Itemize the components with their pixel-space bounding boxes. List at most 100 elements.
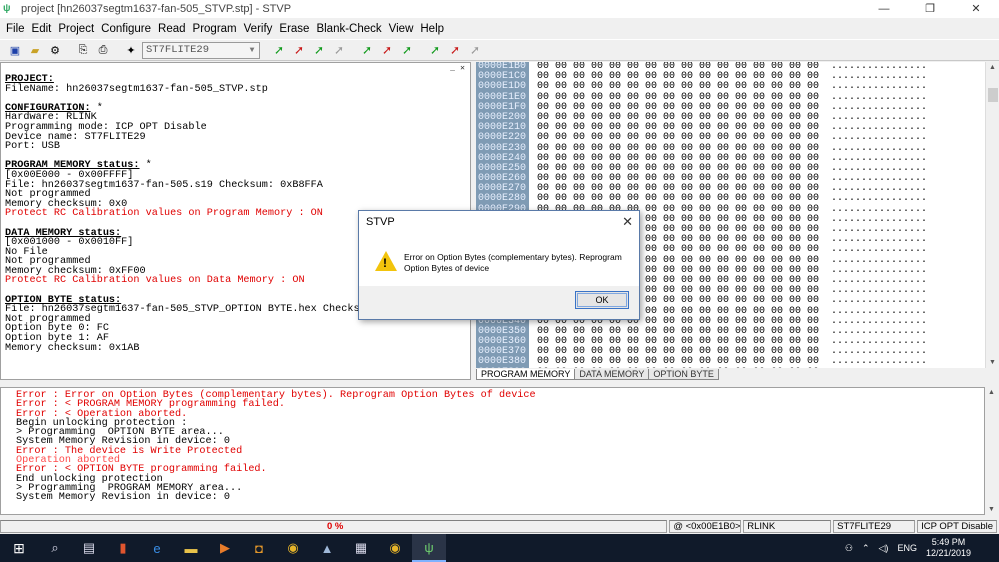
status-progress: 0 %: [0, 520, 668, 533]
tab-option-byte[interactable]: OPTION BYTE: [648, 369, 719, 380]
language-indicator[interactable]: ENG: [897, 543, 917, 553]
device-chip-icon[interactable]: ✦: [122, 41, 140, 59]
hex-address: 0000E220: [476, 133, 529, 144]
hex-row: 0000E220 00 00 00 00 00 00 00 00 00 00 00…: [476, 132, 985, 144]
blank-check-icon[interactable]: ➚: [430, 43, 440, 57]
dialog-title-bar: STVP ✕: [359, 211, 639, 233]
dialog-title: STVP: [366, 216, 395, 228]
outlook-icon[interactable]: ◘: [242, 534, 276, 562]
tab-data-memory[interactable]: DATA MEMORY: [574, 369, 650, 380]
scroll-up-icon[interactable]: ▲: [988, 389, 995, 396]
log-line: Error : The device is Write Protected: [16, 445, 243, 457]
config-device-name: Device name: ST7FLITE29: [5, 131, 146, 143]
verify-current-tab-icon[interactable]: ➚: [314, 43, 324, 57]
hex-scrollbar[interactable]: ▲ ▼: [985, 62, 999, 368]
clock[interactable]: 5:49 PM 12/21/2019: [926, 537, 971, 559]
hex-ascii: ................: [831, 132, 928, 144]
scroll-down-icon[interactable]: ▼: [989, 359, 996, 366]
chevron-down-icon[interactable]: ▼: [245, 46, 259, 55]
menu-edit[interactable]: Edit: [32, 23, 52, 35]
read-current-tab-icon[interactable]: ➚: [274, 43, 284, 57]
open-folder-icon[interactable]: ▰: [26, 41, 44, 59]
volume-icon[interactable]: ◁): [879, 543, 889, 554]
scroll-thumb[interactable]: [988, 88, 998, 102]
powerpoint-icon[interactable]: ▮: [106, 534, 140, 562]
dialog-footer: OK: [359, 286, 639, 319]
log-output: Error : Error on Option Bytes (complemen…: [0, 387, 985, 515]
menu-erase[interactable]: Erase: [279, 23, 309, 35]
scroll-down-icon[interactable]: ▼: [988, 506, 995, 513]
status-programmer: RLINK: [743, 520, 832, 533]
memory-tabs: PROGRAM MEMORY DATA MEMORY OPTION BYTE: [476, 368, 999, 380]
device-select[interactable]: ST7FLITE29 ▼: [142, 41, 260, 59]
option-byte-checksum: Memory checksum: 0x1AB: [5, 342, 140, 354]
burn-icon[interactable]: ⚙: [46, 41, 64, 59]
menu-read[interactable]: Read: [158, 23, 186, 35]
pane-minimize-icon[interactable]: _: [448, 64, 457, 73]
status-bar: 0 % @ <0x00E1B0> RLINK ST7FLITE29 ICP OP…: [0, 520, 999, 533]
log-line: System Memory Revision in device: 0: [16, 492, 230, 504]
chrome-alt-icon[interactable]: ◉: [378, 534, 412, 562]
ok-button[interactable]: OK: [575, 291, 629, 309]
status-device: ST7FLITE29: [833, 520, 916, 533]
disabled-action-icon[interactable]: ➚: [470, 43, 480, 57]
verify-all-icon[interactable]: ➚: [402, 43, 412, 57]
people-icon[interactable]: ⚇: [845, 543, 853, 554]
clock-time: 5:49 PM: [931, 537, 966, 547]
program-option-icon[interactable]: ➚: [450, 43, 460, 57]
error-dialog: STVP ✕ ! Error on Option Bytes (compleme…: [358, 210, 640, 320]
print-icon[interactable]: ⎙: [94, 41, 112, 59]
menu-help[interactable]: Help: [420, 23, 444, 35]
search-icon[interactable]: ⌕: [38, 534, 72, 562]
chrome-icon[interactable]: ◉: [276, 534, 310, 562]
hex-bytes[interactable]: 00 00 00 00 00 00 00 00 00 00 00 00 00 0…: [537, 133, 819, 143]
program-all-icon[interactable]: ➚: [382, 43, 392, 57]
menu-project[interactable]: Project: [58, 23, 94, 35]
stvp-logo-icon: ψ: [3, 3, 11, 14]
photos-icon[interactable]: ▲: [310, 534, 344, 562]
menu-file[interactable]: File: [6, 23, 25, 35]
close-button[interactable]: ✕: [953, 0, 999, 18]
pane-close-icon[interactable]: ✕: [458, 64, 467, 73]
project-filename: FileName: hn26037segtm1637-fan-505_STVP.…: [5, 83, 268, 95]
menu-verify[interactable]: Verify: [244, 23, 273, 35]
toolbar: ▣ ▰ ⚙ ⎘ ⎙ ✦ ST7FLITE29 ▼ ➚ ➚ ➚ ➚ ➚ ➚ ➚ ➚…: [0, 39, 999, 61]
taskbar: ⊞ ⌕ ▤ ▮ e ▬ ▶ ◘ ◉ ▲ ▦ ◉ ψ ⚇ ⌃ ◁) ENG 5:4…: [0, 534, 999, 562]
stvp-app-window: ψ project [hn26037segtm1637-fan-505_STVP…: [0, 0, 999, 562]
menu-configure[interactable]: Configure: [101, 23, 151, 35]
warning-icon: !: [375, 251, 397, 271]
menu-program[interactable]: Program: [193, 23, 237, 35]
media-player-icon[interactable]: ▶: [208, 534, 242, 562]
show-hidden-icon[interactable]: ⌃: [862, 543, 870, 554]
hex-ascii: ................: [831, 295, 928, 307]
edge-icon[interactable]: e: [140, 534, 174, 562]
copy-icon[interactable]: ⎘: [74, 41, 92, 59]
config-port: Port: USB: [5, 141, 61, 153]
device-select-value: ST7FLITE29: [146, 44, 210, 56]
save-icon[interactable]: ▣: [6, 41, 24, 59]
windows-start-icon[interactable]: ⊞: [0, 534, 38, 562]
clock-date: 12/21/2019: [925, 548, 971, 558]
menu-blank-check[interactable]: Blank-Check: [316, 23, 381, 35]
dialog-close-icon[interactable]: ✕: [622, 214, 633, 230]
tab-program-memory[interactable]: PROGRAM MEMORY: [476, 369, 576, 380]
calculator-icon[interactable]: ▦: [344, 534, 378, 562]
dialog-message: Error on Option Bytes (complementary byt…: [404, 252, 622, 273]
restore-button[interactable]: ❐: [907, 0, 953, 18]
log-scrollbar[interactable]: ▲ ▼: [985, 387, 999, 515]
stvp-taskbar-icon[interactable]: ψ: [412, 534, 446, 562]
dialog-body: ! Error on Option Bytes (complementary b…: [359, 233, 639, 286]
status-address: @ <0x00E1B0>: [669, 520, 742, 533]
program-current-tab-icon[interactable]: ➚: [294, 43, 304, 57]
status-mode: ICP OPT Disable: [917, 520, 997, 533]
window-controls: — ❐ ✕: [861, 0, 999, 18]
erase-current-tab-icon[interactable]: ➚: [334, 43, 344, 57]
title-bar: ψ project [hn26037segtm1637-fan-505_STVP…: [0, 0, 999, 18]
scroll-up-icon[interactable]: ▲: [989, 64, 996, 71]
window-title: project [hn26037segtm1637-fan-505_STVP.s…: [21, 3, 292, 15]
read-all-icon[interactable]: ➚: [362, 43, 372, 57]
task-view-icon[interactable]: ▤: [72, 534, 106, 562]
file-explorer-icon[interactable]: ▬: [174, 534, 208, 562]
menu-view[interactable]: View: [389, 23, 414, 35]
minimize-button[interactable]: —: [861, 0, 907, 18]
